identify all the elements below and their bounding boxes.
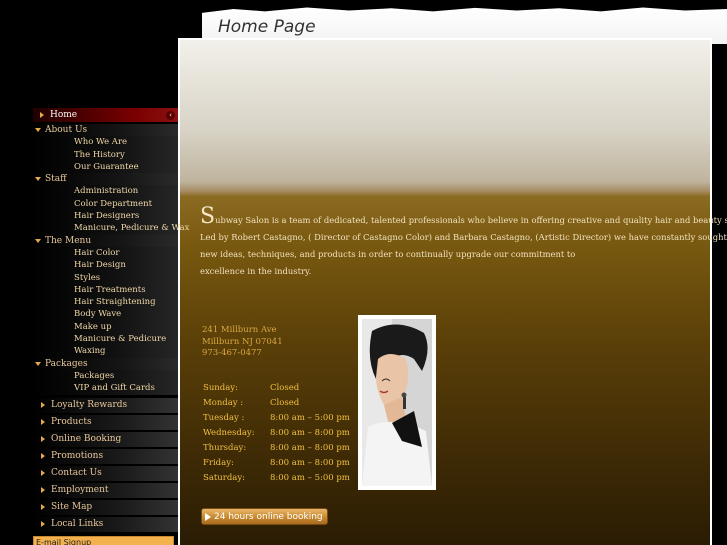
hours-day: Friday: <box>203 458 234 468</box>
sidebar-item-administration[interactable]: Administration <box>33 185 178 198</box>
sidebar-item-body-wave[interactable]: Body Wave <box>33 308 178 321</box>
sidebar-item-home[interactable]: Home ‹ <box>33 108 178 122</box>
hours-time: 8:00 am – 8:00 pm <box>270 458 350 468</box>
hours-row: Saturday: 8:00 am – 5:00 pm <box>203 471 350 486</box>
sidebar-item-local-links[interactable]: Local Links <box>33 516 178 532</box>
sidebar-item-our-guarantee[interactable]: Our Guarantee <box>33 160 178 174</box>
hours-row: Sunday: Closed <box>203 381 350 396</box>
hours-row: Thursday: 8:00 am – 8:00 pm <box>203 441 350 456</box>
sidebar-item-hair-designers[interactable]: Hair Designers <box>33 210 178 223</box>
arrow-right-icon <box>41 470 45 477</box>
play-arrow-icon <box>205 512 211 521</box>
sidebar-item-waxing[interactable]: Waxing <box>33 345 178 358</box>
sidebar-item-color-department[interactable]: Color Department <box>33 197 178 211</box>
sidebar-item-online-booking[interactable]: Online Booking <box>33 431 178 447</box>
drop-cap: S <box>200 204 216 229</box>
sidebar-section-label: The Menu <box>45 235 92 246</box>
arrow-right-icon <box>40 112 44 118</box>
hours-row: Monday : Closed <box>203 396 350 411</box>
sidebar-section-label: Packages <box>45 358 88 369</box>
arrow-right-icon <box>41 419 45 426</box>
sidebar-item-label: Contact Us <box>51 468 102 479</box>
hours-time: 8:00 am – 5:00 pm <box>270 413 350 423</box>
sidebar-item-manicure-pedicure[interactable]: Manicure & Pedicure <box>33 333 178 346</box>
sidebar-section-label: About Us <box>45 125 88 136</box>
sidebar-item-packages[interactable]: Packages <box>33 369 178 383</box>
hours-row: Wednesday: 8:00 am – 8:00 pm <box>203 426 350 441</box>
sidebar-item-contact-us[interactable]: Contact Us <box>33 465 178 481</box>
sidebar-item-hair-straightening[interactable]: Hair Straightening <box>33 296 178 309</box>
sidebar-item-promotions[interactable]: Promotions <box>33 448 178 464</box>
model-photo <box>358 315 436 490</box>
sidebar-item-label: Site Map <box>51 502 93 513</box>
arrow-right-icon <box>41 504 45 511</box>
intro-line-1-text: ubway Salon is a team of dedicated, tale… <box>215 215 727 225</box>
sidebar-item-hair-color[interactable]: Hair Color <box>33 246 178 260</box>
sidebar-item-who-we-are[interactable]: Who We Are <box>33 136 178 149</box>
hours-table: Sunday: Closed Monday : Closed Tuesday : 8:… <box>203 381 350 486</box>
sidebar-item-loyalty-rewards[interactable]: Loyalty Rewards <box>33 397 178 413</box>
sidebar-item-vip-gift-cards[interactable]: VIP and Gift Cards <box>33 382 178 395</box>
sidebar-item-label: Promotions <box>51 451 104 462</box>
hours-time: Closed <box>270 398 300 408</box>
sidebar-item-label: Online Booking <box>51 434 122 445</box>
sidebar-section-packages[interactable]: Packages <box>33 357 178 370</box>
sidebar-item-label: Products <box>51 417 92 428</box>
sidebar-section-about[interactable]: About Us <box>33 124 178 137</box>
arrow-down-icon <box>35 238 41 243</box>
portrait-image <box>362 319 432 486</box>
hours-time: 8:00 am – 8:00 pm <box>270 443 350 453</box>
sidebar-item-label: Employment <box>51 485 109 496</box>
arrow-right-icon <box>41 402 45 409</box>
intro-line-3: new ideas, techniques, and products in o… <box>200 249 576 259</box>
hours-day: Sunday: <box>203 383 238 393</box>
sidebar-section-staff[interactable]: Staff <box>33 173 178 186</box>
intro-line-2: Led by Robert Castagno, ( Director of Ca… <box>200 232 727 242</box>
sidebar-item-label: Home <box>50 110 78 120</box>
sidebar-nav: Home ‹ About Us Who We Are The History O… <box>33 108 189 534</box>
sidebar-section-menu[interactable]: The Menu <box>33 234 178 247</box>
sidebar-item-manicure-pedicure-wax[interactable]: Manicure, Pedicure & Wax <box>33 222 189 235</box>
hours-time: 8:00 am – 5:00 pm <box>270 473 350 483</box>
collapse-icon[interactable]: ‹ <box>166 110 175 120</box>
sidebar-item-site-map[interactable]: Site Map <box>33 499 178 515</box>
email-signup-button[interactable]: E-mail Signup <box>33 536 174 545</box>
booking-button-label: 24 hours online booking <box>214 511 323 522</box>
hours-day: Thursday: <box>203 443 247 453</box>
address-street: 241 Millburn Ave <box>202 325 277 335</box>
arrow-down-icon <box>35 361 41 366</box>
intro-line-1: Subway Salon is a team of dedicated, tal… <box>200 206 727 229</box>
sidebar-item-label: Loyalty Rewards <box>51 400 128 411</box>
arrow-down-icon <box>35 128 41 133</box>
hours-day: Monday : <box>203 398 244 408</box>
hours-time: 8:00 am – 8:00 pm <box>270 428 350 438</box>
sidebar-item-products[interactable]: Products <box>33 414 178 430</box>
sidebar-item-label: Local Links <box>51 519 104 530</box>
intro-paragraph: Subway Salon is a team of dedicated, tal… <box>200 206 727 280</box>
sidebar-item-make-up[interactable]: Make up <box>33 320 178 334</box>
hours-time: Closed <box>270 383 300 393</box>
hours-day: Saturday: <box>203 473 246 483</box>
sidebar-item-styles[interactable]: Styles <box>33 271 178 284</box>
address-city: Millburn NJ 07041 <box>202 336 283 347</box>
sidebar-item-hair-design[interactable]: Hair Design <box>33 259 178 272</box>
online-booking-button[interactable]: 24 hours online booking <box>201 508 328 525</box>
arrow-right-icon <box>41 453 45 460</box>
salon-address: 241 Millburn Ave Millburn NJ 07041 973-4… <box>202 325 283 360</box>
sidebar-item-employment[interactable]: Employment <box>33 482 178 498</box>
sidebar-item-the-history[interactable]: The History <box>33 148 178 161</box>
sidebar-section-label: Staff <box>45 174 67 185</box>
arrow-down-icon <box>35 177 41 182</box>
arrow-right-icon <box>41 521 45 528</box>
hours-row: Tuesday : 8:00 am – 5:00 pm <box>203 411 350 426</box>
arrow-right-icon <box>41 436 45 443</box>
sidebar-item-hair-treatments[interactable]: Hair Treatments <box>33 283 178 297</box>
hours-day: Tuesday : <box>203 413 245 423</box>
intro-line-4: excellence in the industry. <box>200 266 312 276</box>
hours-row: Friday: 8:00 am – 8:00 pm <box>203 456 350 471</box>
address-phone: 973-467-0477 <box>202 348 262 358</box>
arrow-right-icon <box>41 487 45 494</box>
hours-day: Wednesday: <box>203 428 255 438</box>
page-title: Home Page <box>218 17 316 37</box>
